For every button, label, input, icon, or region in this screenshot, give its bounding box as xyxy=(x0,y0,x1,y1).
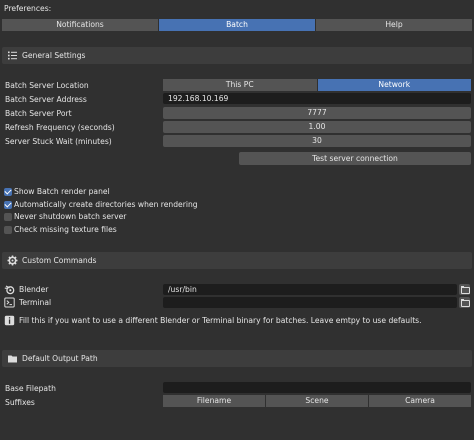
location-label: Batch Server Location xyxy=(5,81,89,90)
suffixes-selector: Filename Scene Camera xyxy=(163,395,471,407)
suffix-scene-button[interactable]: Scene xyxy=(266,395,369,407)
default-output-path-title: Default Output Path xyxy=(22,354,98,363)
tab-batch[interactable]: Batch xyxy=(159,19,316,31)
blender-path-field[interactable]: /usr/bin xyxy=(163,284,457,295)
checkbox-auto-create-dirs[interactable] xyxy=(4,201,12,209)
gear-icon xyxy=(7,255,18,266)
custom-commands-title: Custom Commands xyxy=(22,256,97,265)
preferences-tabs: Notifications Batch Help xyxy=(2,19,472,31)
tab-notifications[interactable]: Notifications xyxy=(2,19,159,31)
port-label: Batch Server Port xyxy=(5,109,72,118)
base-filepath-field[interactable] xyxy=(163,382,471,393)
terminal-label: Terminal xyxy=(19,298,52,307)
custom-commands-header[interactable]: Custom Commands xyxy=(2,252,472,269)
suffixes-label: Suffixes xyxy=(5,398,35,407)
general-settings-header[interactable]: General Settings xyxy=(2,47,472,64)
info-icon xyxy=(4,315,15,326)
terminal-icon xyxy=(4,297,15,308)
blender-label: Blender xyxy=(19,285,49,294)
test-server-connection-button[interactable]: Test server connection xyxy=(239,152,471,165)
suffix-camera-button[interactable]: Camera xyxy=(369,395,471,407)
base-filepath-label: Base Filepath xyxy=(5,384,56,393)
location-option-this-pc[interactable]: This PC xyxy=(163,79,318,91)
folder-icon xyxy=(8,355,17,363)
checkbox-missing-textures[interactable] xyxy=(4,226,12,234)
custom-commands-info: Fill this if you want to use a different… xyxy=(19,316,422,325)
address-label: Batch Server Address xyxy=(5,95,87,104)
general-settings-title: General Settings xyxy=(22,51,86,60)
blender-icon xyxy=(4,285,15,295)
refresh-field[interactable]: 1.00 xyxy=(163,121,471,133)
checkbox-label: Check missing texture files xyxy=(14,225,117,234)
checkbox-label: Never shutdown batch server xyxy=(14,212,127,221)
stuck-wait-field[interactable]: 30 xyxy=(163,135,471,147)
checkbox-show-batch-panel[interactable] xyxy=(4,188,12,196)
checkbox-never-shutdown[interactable] xyxy=(4,213,12,221)
terminal-path-field[interactable] xyxy=(163,297,457,308)
port-field[interactable]: 7777 xyxy=(163,107,471,119)
terminal-folder-icon[interactable] xyxy=(459,297,470,308)
suffix-filename-button[interactable]: Filename xyxy=(163,395,266,407)
tab-help[interactable]: Help xyxy=(316,19,472,31)
stuck-wait-label: Server Stuck Wait (minutes) xyxy=(5,137,112,146)
checkbox-label: Automatically create directories when re… xyxy=(14,200,198,209)
default-output-path-header[interactable]: Default Output Path xyxy=(2,350,472,367)
checkbox-label: Show Batch render panel xyxy=(14,187,110,196)
list-icon xyxy=(8,51,17,60)
blender-folder-icon[interactable] xyxy=(459,284,470,295)
refresh-label: Refresh Frequency (seconds) xyxy=(5,123,115,132)
location-option-network[interactable]: Network xyxy=(317,79,471,91)
location-selector: This PC Network xyxy=(163,79,471,91)
address-field[interactable]: 192.168.10.169 xyxy=(163,93,471,104)
preferences-label: Preferences: xyxy=(4,4,52,13)
